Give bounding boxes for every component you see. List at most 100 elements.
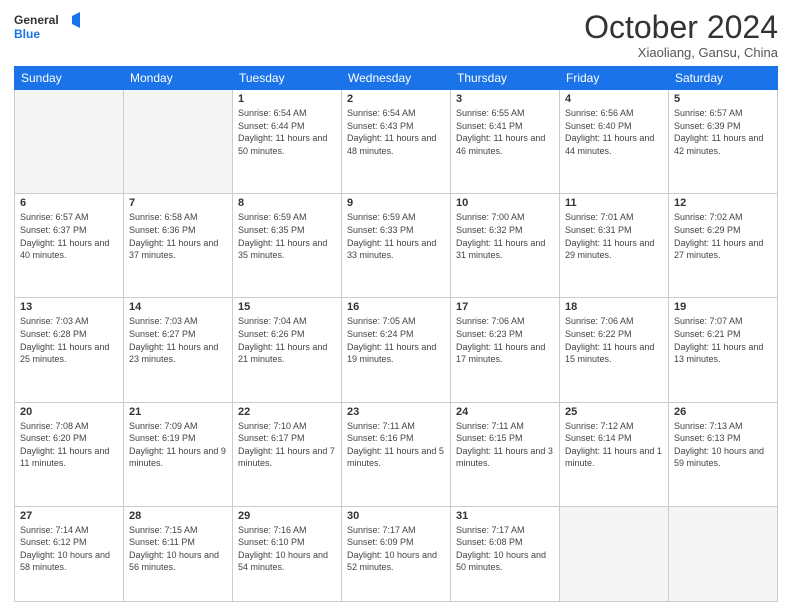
calendar-cell: 16 Sunrise: 7:05 AMSunset: 6:24 PMDayligh…: [342, 298, 451, 402]
calendar-cell: 27Sunrise: 7:14 AMSunset: 6:12 PMDayligh…: [15, 506, 124, 601]
day-number: 25: [565, 406, 663, 418]
cell-content: Sunrise: 6:54 AMSunset: 6:43 PMDaylight:…: [347, 107, 445, 157]
svg-text:General: General: [14, 13, 59, 27]
cell-content: Sunrise: 7:06 AMSunset: 6:23 PMDaylight:…: [456, 315, 554, 365]
week-row-2: 6Sunrise: 6:57 AMSunset: 6:37 PMDaylight…: [15, 194, 778, 298]
calendar-cell: 20Sunrise: 7:08 AMSunset: 6:20 PMDayligh…: [15, 402, 124, 506]
day-number: 29: [238, 510, 336, 522]
calendar-cell: 25 Sunrise: 7:12 AMSunset: 6:14 PMDayligh…: [560, 402, 669, 506]
day-number: 30: [347, 510, 445, 522]
svg-text:Blue: Blue: [14, 27, 40, 41]
day-number: 19: [674, 301, 772, 313]
cell-content: Sunrise: 6:59 AMSunset: 6:35 PMDaylight:…: [238, 211, 336, 261]
week-row-4: 20Sunrise: 7:08 AMSunset: 6:20 PMDayligh…: [15, 402, 778, 506]
calendar-cell: 1Sunrise: 6:54 AMSunset: 6:44 PMDaylight…: [233, 90, 342, 194]
cell-content: Sunrise: 7:11 AMSunset: 6:16 PMDaylight:…: [347, 420, 445, 470]
calendar-cell: 11 Sunrise: 7:01 AMSunset: 6:31 PMDayligh…: [560, 194, 669, 298]
calendar-cell: 15Sunrise: 7:04 AMSunset: 6:26 PMDayligh…: [233, 298, 342, 402]
day-number: 26: [674, 406, 772, 418]
logo-svg: General Blue: [14, 10, 84, 46]
day-number: 12: [674, 197, 772, 209]
week-row-1: 1Sunrise: 6:54 AMSunset: 6:44 PMDaylight…: [15, 90, 778, 194]
cell-content: Sunrise: 7:12 AMSunset: 6:14 PMDaylight:…: [565, 420, 663, 470]
calendar-cell: 29 Sunrise: 7:16 AMSunset: 6:10 PMDayligh…: [233, 506, 342, 601]
week-row-3: 13 Sunrise: 7:03 AMSunset: 6:28 PMDayligh…: [15, 298, 778, 402]
cell-content: Sunrise: 7:08 AMSunset: 6:20 PMDaylight:…: [20, 420, 118, 470]
cell-content: Sunrise: 7:03 AMSunset: 6:28 PMDaylight:…: [20, 315, 118, 365]
calendar-cell: 31Sunrise: 7:17 AMSunset: 6:08 PMDayligh…: [451, 506, 560, 601]
calendar-cell: 12Sunrise: 7:02 AMSunset: 6:29 PMDayligh…: [669, 194, 778, 298]
day-header-saturday: Saturday: [669, 67, 778, 90]
calendar-cell: 26 Sunrise: 7:13 AMSunset: 6:13 PMDayligh…: [669, 402, 778, 506]
calendar-cell: 7 Sunrise: 6:58 AMSunset: 6:36 PMDaylight…: [124, 194, 233, 298]
header: General Blue October 2024 Xiaoliang, Gan…: [14, 10, 778, 60]
cell-content: Sunrise: 7:13 AMSunset: 6:13 PMDaylight:…: [674, 420, 772, 470]
calendar-cell: 30 Sunrise: 7:17 AMSunset: 6:09 PMDayligh…: [342, 506, 451, 601]
cell-content: Sunrise: 6:57 AMSunset: 6:37 PMDaylight:…: [20, 211, 118, 261]
calendar-cell: 6Sunrise: 6:57 AMSunset: 6:37 PMDaylight…: [15, 194, 124, 298]
cell-content: Sunrise: 7:15 AMSunset: 6:11 PMDaylight:…: [129, 524, 227, 574]
calendar-cell: 9 Sunrise: 6:59 AMSunset: 6:33 PMDaylight…: [342, 194, 451, 298]
cell-content: Sunrise: 7:14 AMSunset: 6:12 PMDaylight:…: [20, 524, 118, 574]
day-header-row: SundayMondayTuesdayWednesdayThursdayFrid…: [15, 67, 778, 90]
day-header-tuesday: Tuesday: [233, 67, 342, 90]
cell-content: Sunrise: 7:01 AMSunset: 6:31 PMDaylight:…: [565, 211, 663, 261]
day-number: 10: [456, 197, 554, 209]
day-number: 23: [347, 406, 445, 418]
calendar-cell: 22 Sunrise: 7:10 AMSunset: 6:17 PMDayligh…: [233, 402, 342, 506]
logo: General Blue: [14, 10, 84, 46]
calendar-cell: [124, 90, 233, 194]
cell-content: Sunrise: 7:16 AMSunset: 6:10 PMDaylight:…: [238, 524, 336, 574]
day-number: 17: [456, 301, 554, 313]
calendar-cell: [669, 506, 778, 601]
day-header-monday: Monday: [124, 67, 233, 90]
calendar-cell: 28 Sunrise: 7:15 AMSunset: 6:11 PMDayligh…: [124, 506, 233, 601]
day-number: 7: [129, 197, 227, 209]
day-number: 5: [674, 93, 772, 105]
cell-content: Sunrise: 6:58 AMSunset: 6:36 PMDaylight:…: [129, 211, 227, 261]
cell-content: Sunrise: 6:55 AMSunset: 6:41 PMDaylight:…: [456, 107, 554, 157]
location: Xiaoliang, Gansu, China: [584, 45, 778, 60]
day-number: 31: [456, 510, 554, 522]
day-number: 4: [565, 93, 663, 105]
cell-content: Sunrise: 7:04 AMSunset: 6:26 PMDaylight:…: [238, 315, 336, 365]
cell-content: Sunrise: 7:00 AMSunset: 6:32 PMDaylight:…: [456, 211, 554, 261]
calendar-cell: 23 Sunrise: 7:11 AMSunset: 6:16 PMDayligh…: [342, 402, 451, 506]
cell-content: Sunrise: 6:56 AMSunset: 6:40 PMDaylight:…: [565, 107, 663, 157]
day-number: 28: [129, 510, 227, 522]
calendar-cell: 2 Sunrise: 6:54 AMSunset: 6:43 PMDaylight…: [342, 90, 451, 194]
calendar-cell: 18 Sunrise: 7:06 AMSunset: 6:22 PMDayligh…: [560, 298, 669, 402]
calendar-cell: 13 Sunrise: 7:03 AMSunset: 6:28 PMDayligh…: [15, 298, 124, 402]
cell-content: Sunrise: 6:59 AMSunset: 6:33 PMDaylight:…: [347, 211, 445, 261]
day-number: 24: [456, 406, 554, 418]
cell-content: Sunrise: 7:17 AMSunset: 6:09 PMDaylight:…: [347, 524, 445, 574]
month-title: October 2024: [584, 10, 778, 45]
day-number: 13: [20, 301, 118, 313]
calendar-cell: 8Sunrise: 6:59 AMSunset: 6:35 PMDaylight…: [233, 194, 342, 298]
day-header-thursday: Thursday: [451, 67, 560, 90]
title-section: October 2024 Xiaoliang, Gansu, China: [584, 10, 778, 60]
cell-content: Sunrise: 7:10 AMSunset: 6:17 PMDaylight:…: [238, 420, 336, 470]
calendar-cell: [15, 90, 124, 194]
day-number: 2: [347, 93, 445, 105]
calendar-cell: 21 Sunrise: 7:09 AMSunset: 6:19 PMDayligh…: [124, 402, 233, 506]
cell-content: Sunrise: 7:06 AMSunset: 6:22 PMDaylight:…: [565, 315, 663, 365]
day-header-sunday: Sunday: [15, 67, 124, 90]
calendar-cell: 24 Sunrise: 7:11 AMSunset: 6:15 PMDayligh…: [451, 402, 560, 506]
day-number: 16: [347, 301, 445, 313]
cell-content: Sunrise: 6:54 AMSunset: 6:44 PMDaylight:…: [238, 107, 336, 157]
cell-content: Sunrise: 7:09 AMSunset: 6:19 PMDaylight:…: [129, 420, 227, 470]
day-number: 18: [565, 301, 663, 313]
cell-content: Sunrise: 7:05 AMSunset: 6:24 PMDaylight:…: [347, 315, 445, 365]
day-number: 11: [565, 197, 663, 209]
cell-content: Sunrise: 7:07 AMSunset: 6:21 PMDaylight:…: [674, 315, 772, 365]
day-number: 9: [347, 197, 445, 209]
day-number: 21: [129, 406, 227, 418]
day-number: 14: [129, 301, 227, 313]
cell-content: Sunrise: 7:11 AMSunset: 6:15 PMDaylight:…: [456, 420, 554, 470]
day-header-wednesday: Wednesday: [342, 67, 451, 90]
day-number: 22: [238, 406, 336, 418]
cell-content: Sunrise: 6:57 AMSunset: 6:39 PMDaylight:…: [674, 107, 772, 157]
calendar-cell: 14Sunrise: 7:03 AMSunset: 6:27 PMDayligh…: [124, 298, 233, 402]
day-number: 3: [456, 93, 554, 105]
